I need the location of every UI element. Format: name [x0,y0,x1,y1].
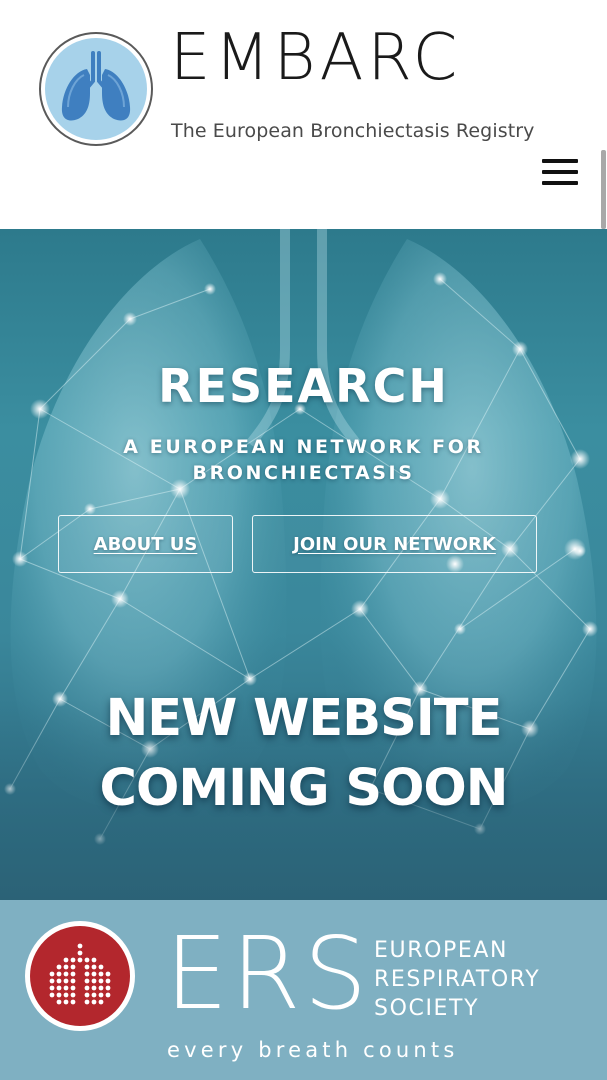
announcement-line-2: COMING SOON [99,759,509,818]
hero-banner: RESEARCH A EUROPEAN NETWORK FOR BRONCHIE… [0,229,607,900]
scrollbar-thumb[interactable] [601,150,606,229]
page: EMBARC The European Bronchiectasis Regis… [0,0,607,1080]
brand-tagline: The European Bronchiectasis Registry [171,120,535,142]
ers-slogan: every breath counts [167,1038,459,1062]
brand-name[interactable]: EMBARC [170,26,461,90]
about-us-button[interactable]: ABOUT US [58,515,233,573]
site-header: EMBARC The European Bronchiectasis Regis… [0,0,607,229]
ers-wordmark: ERS [165,915,371,1032]
ers-name-line-2: RESPIRATORY [374,967,541,992]
ers-name-line-3: SOCIETY [374,996,480,1021]
hero-title: RESEARCH [158,359,449,413]
ers-name-line-1: EUROPEAN [374,938,509,963]
embarc-lung-logo-icon[interactable] [38,31,154,147]
ers-logo-icon[interactable] [24,920,136,1032]
coming-soon-announcement: NEW WEBSITE COMING SOON [0,684,607,824]
announcement-line-1: NEW WEBSITE [105,689,503,748]
ers-banner[interactable]: ERS EUROPEAN RESPIRATORY SOCIETY every b… [0,900,607,1080]
join-our-network-button[interactable]: JOIN OUR NETWORK [252,515,537,573]
ers-organization-name: EUROPEAN RESPIRATORY SOCIETY [374,936,540,1023]
hero-subtitle: A EUROPEAN NETWORK FOR BRONCHIECTASIS [90,434,517,486]
hero-subtitle-line-2: BRONCHIECTASIS [192,462,415,484]
hero-subtitle-line-1: A EUROPEAN NETWORK FOR [123,436,484,458]
hamburger-menu-icon[interactable] [542,156,580,188]
